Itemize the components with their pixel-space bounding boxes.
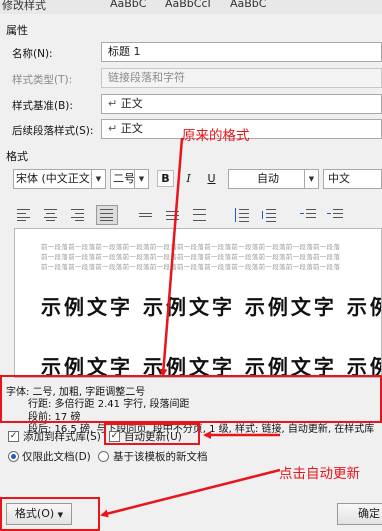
annotation-arrow <box>100 468 281 518</box>
annotation-arrow <box>159 137 184 377</box>
annotation-arrows <box>100 137 281 518</box>
